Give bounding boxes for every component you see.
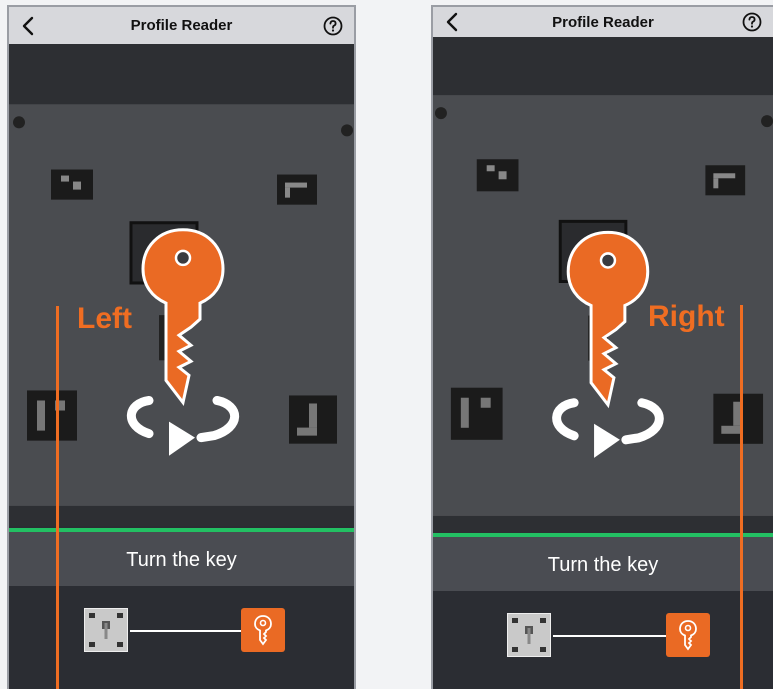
page-title: Profile Reader xyxy=(130,17,233,34)
marker-bottom-left xyxy=(450,387,503,440)
chevron-left-icon xyxy=(22,16,34,35)
progress-connector xyxy=(553,635,666,637)
nav-bar: Profile Reader xyxy=(9,7,354,44)
marker-top-left xyxy=(51,169,93,200)
phone-screen-right: Profile Reader Turn the key Right xyxy=(431,5,773,689)
marker-bottom-right xyxy=(289,395,337,444)
lock-thumbnail xyxy=(507,613,551,657)
instruction-bar: Turn the key xyxy=(433,537,773,593)
progress-bar xyxy=(433,591,773,689)
instruction-text: Turn the key xyxy=(126,548,237,571)
camera-view xyxy=(433,37,773,533)
help-button[interactable] xyxy=(322,15,344,37)
key-icon xyxy=(254,615,272,646)
progress-bar xyxy=(9,586,354,689)
back-button[interactable] xyxy=(17,15,39,37)
instruction-text: Turn the key xyxy=(547,553,659,576)
marker-bottom-left xyxy=(27,390,77,441)
camera-scene xyxy=(9,44,354,526)
help-circle-icon xyxy=(742,12,762,32)
camera-view xyxy=(9,44,354,526)
lock-thumbnail-image xyxy=(85,609,127,651)
lock-thumbnail-image xyxy=(508,614,550,656)
marker-top-right xyxy=(705,165,746,196)
chevron-left-icon xyxy=(446,12,458,32)
back-button[interactable] xyxy=(441,11,463,33)
key-step-button[interactable] xyxy=(241,608,285,652)
direction-label: Left xyxy=(77,302,132,335)
direction-label: Right xyxy=(648,300,725,333)
marker-bottom-right xyxy=(713,393,764,444)
key-step-button[interactable] xyxy=(666,613,710,657)
key-icon xyxy=(679,620,697,651)
page-title: Profile Reader xyxy=(552,13,654,31)
help-button[interactable] xyxy=(741,11,763,33)
instruction-bar: Turn the key xyxy=(9,532,354,588)
phone-screen-left: Profile Reader Turn the key Left xyxy=(7,5,356,689)
direction-indicator-line xyxy=(740,305,743,689)
direction-indicator-line xyxy=(56,306,59,689)
progress-connector xyxy=(130,630,241,632)
marker-top-left xyxy=(476,159,519,192)
nav-bar: Profile Reader xyxy=(433,7,773,37)
marker-top-right xyxy=(277,174,317,205)
camera-scene xyxy=(433,37,773,533)
help-circle-icon xyxy=(323,16,343,35)
lock-thumbnail xyxy=(84,608,128,652)
